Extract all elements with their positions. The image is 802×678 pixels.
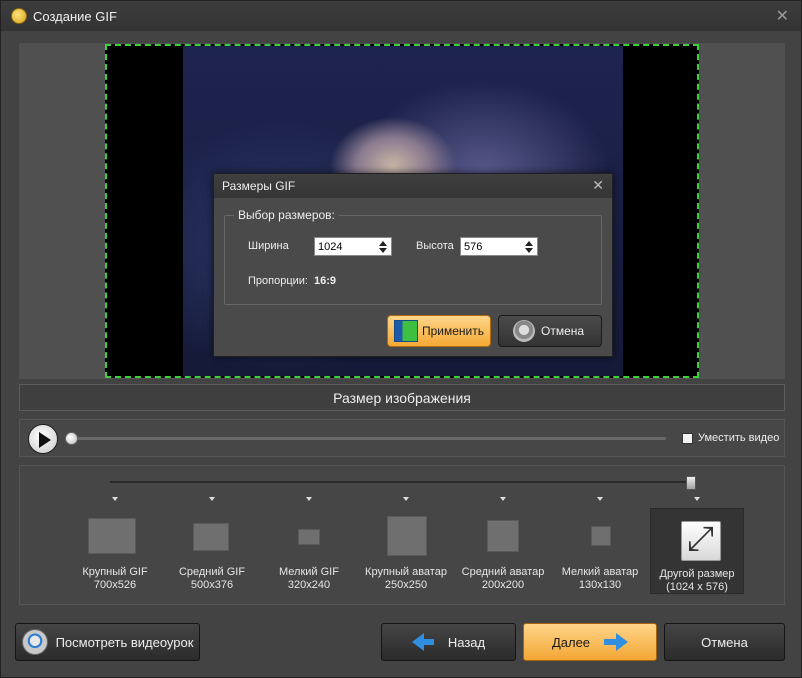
preset-size: 250x250 [384, 579, 428, 591]
watch-tutorial-label: Посмотреть видеоурок [55, 634, 194, 650]
preset-name: Средний GIF [178, 566, 246, 578]
spin-down-icon[interactable] [525, 247, 533, 253]
size-tick [306, 497, 312, 501]
title-bar: Создание GIF ✕ [1, 1, 801, 31]
preset-name: Мелкий аватар [561, 566, 639, 578]
preset-name: Крупный GIF [82, 566, 148, 578]
preset-size: 700x526 [93, 579, 137, 591]
preset-medium-gif[interactable]: Средний GIF 500x376 [165, 508, 259, 594]
preset-name: Мелкий GIF [279, 566, 339, 578]
size-selection-group [224, 215, 602, 305]
preset-size: 320x240 [287, 579, 331, 591]
section-title: Размер изображения [19, 384, 785, 411]
preset-large-avatar[interactable]: Крупный аватар 250x250 [359, 508, 453, 594]
size-slider-thumb[interactable] [686, 476, 696, 490]
dialog-title: Размеры GIF [222, 179, 296, 193]
size-slider[interactable] [110, 481, 694, 483]
player-bar: Уместить видео [19, 419, 785, 457]
app-logo-icon [11, 8, 27, 24]
next-button-label: Далее [551, 634, 591, 650]
width-label: Ширина [248, 240, 289, 252]
dialog-title-bar: Размеры GIF ✕ [214, 174, 612, 198]
cancel-button-label: Отмена [701, 634, 748, 650]
arrow-right-icon [604, 633, 629, 651]
size-tick [597, 497, 603, 501]
size-tick [112, 497, 118, 501]
preset-thumbnail [387, 516, 427, 556]
timeline-slider[interactable] [68, 437, 666, 440]
preset-name: Крупный аватар [365, 566, 447, 578]
webcam-icon [513, 320, 535, 342]
dialog-cancel-label: Отмена [541, 324, 585, 338]
timeline-slider-thumb[interactable] [65, 432, 78, 445]
size-tick [403, 497, 409, 501]
next-button[interactable]: Далее [523, 623, 657, 661]
arrow-left-icon [411, 633, 434, 651]
ratio-value: 16:9 [314, 275, 337, 287]
height-spin-arrows[interactable] [523, 238, 535, 255]
preset-medium-avatar[interactable]: Средний аватар 200x200 [456, 508, 550, 594]
preset-size: 200x200 [481, 579, 525, 591]
preset-thumbnail [591, 526, 611, 546]
back-button-label: Назад [447, 634, 486, 650]
preset-size: (1024 x 576) [666, 581, 728, 593]
height-input[interactable] [461, 238, 521, 255]
preset-size: 500x376 [190, 579, 234, 591]
window-title: Создание GIF [33, 8, 117, 24]
dialog-close-icon[interactable]: ✕ [592, 177, 604, 194]
play-button[interactable] [28, 424, 58, 454]
gif-size-dialog: Размеры GIF ✕ Выбор размеров: Ширина Выс… [213, 173, 613, 357]
preset-thumbnail [193, 523, 229, 551]
spin-up-icon[interactable] [379, 240, 387, 246]
preset-name: Другой размер [659, 568, 735, 580]
width-input[interactable] [315, 238, 375, 255]
webcam-icon [21, 629, 48, 655]
preset-size: 130x130 [578, 579, 622, 591]
back-button[interactable]: Назад [381, 623, 516, 661]
watch-tutorial-button[interactable]: Посмотреть видеоурок [15, 623, 200, 661]
preset-thumbnail [298, 529, 320, 545]
gif-creation-window: Создание GIF ✕ Размеры GIF ✕ Выбор разме… [0, 0, 802, 678]
film-icon [394, 320, 418, 342]
ratio-label: Пропорции: [248, 275, 308, 287]
size-tick [694, 497, 700, 501]
cancel-button[interactable]: Отмена [664, 623, 785, 661]
apply-button[interactable]: Применить [387, 315, 491, 347]
preset-small-avatar[interactable]: Мелкий аватар 130x130 [553, 508, 647, 594]
spin-up-icon[interactable] [525, 240, 533, 246]
fit-video-checkbox[interactable] [682, 433, 693, 444]
dialog-cancel-button[interactable]: Отмена [498, 315, 602, 347]
height-stepper[interactable] [460, 237, 538, 256]
preset-thumbnail [88, 518, 136, 554]
size-presets-panel: Крупный GIF 700x526 Средний GIF 500x376 … [19, 465, 785, 605]
apply-button-label: Применить [422, 324, 485, 338]
preset-small-gif[interactable]: Мелкий GIF 320x240 [262, 508, 356, 594]
preset-name: Средний аватар [461, 566, 545, 578]
width-spin-arrows[interactable] [377, 238, 389, 255]
size-tick [209, 497, 215, 501]
height-label: Высота [416, 240, 454, 252]
spin-down-icon[interactable] [379, 247, 387, 253]
close-icon[interactable]: ✕ [776, 6, 789, 26]
fit-video-label: Уместить видео [698, 432, 780, 444]
size-group-label: Выбор размеров: [234, 208, 339, 222]
resize-icon [681, 519, 721, 561]
width-stepper[interactable] [314, 237, 392, 256]
preset-thumbnail [487, 520, 519, 552]
preset-large-gif[interactable]: Крупный GIF 700x526 [68, 508, 162, 594]
size-tick [500, 497, 506, 501]
preset-custom-size[interactable]: Другой размер (1024 x 576) [650, 508, 744, 594]
